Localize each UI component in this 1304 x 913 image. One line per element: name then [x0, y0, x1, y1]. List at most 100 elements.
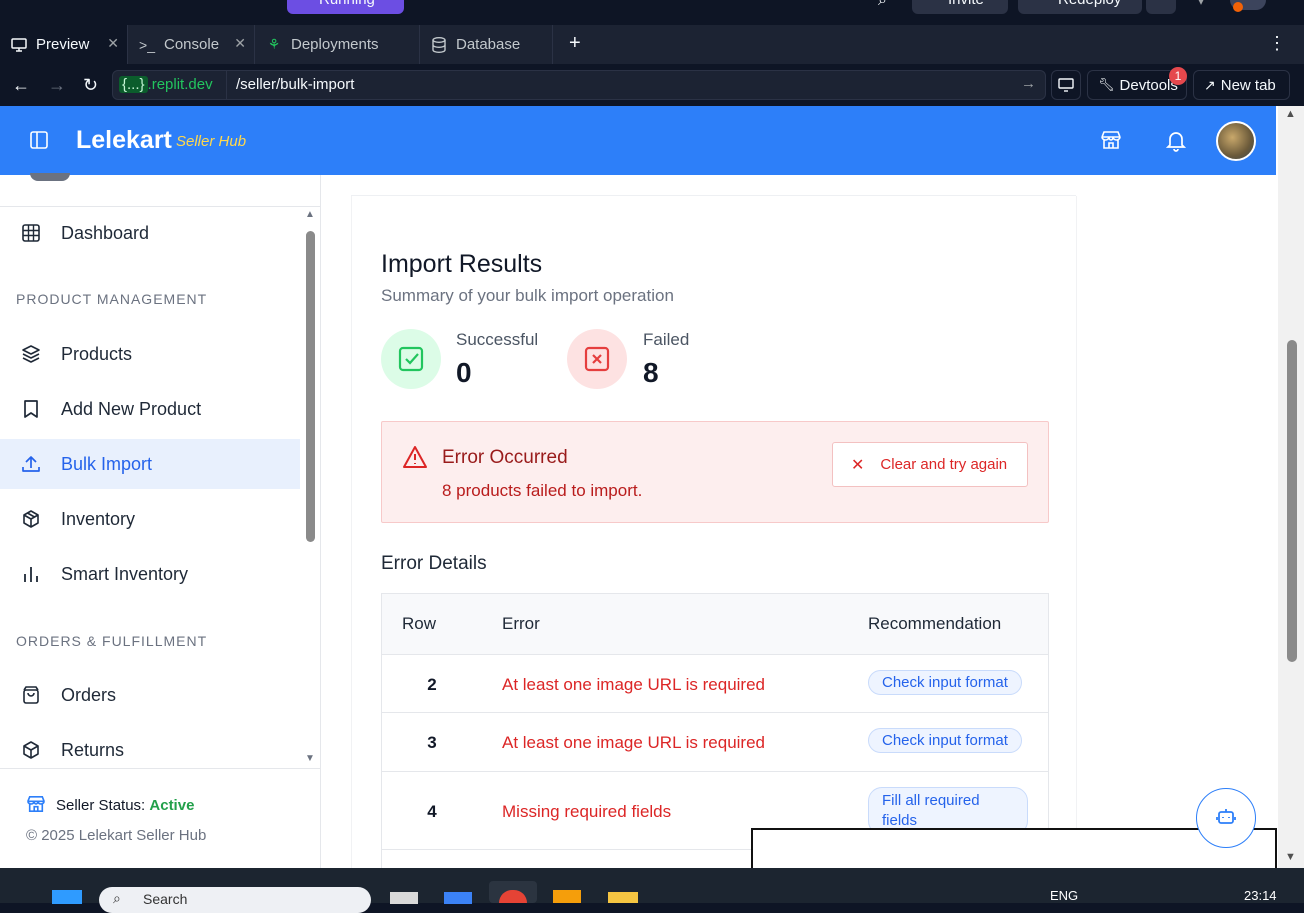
sidebar-item-inventory[interactable]: Inventory: [0, 494, 300, 544]
package-icon: [20, 508, 42, 530]
close-icon[interactable]: ✕: [107, 35, 119, 52]
scroll-down-icon[interactable]: ▼: [1285, 851, 1296, 863]
failed-icon: [567, 329, 627, 389]
invite-button[interactable]: Invite: [912, 0, 1008, 14]
table-row: 3 At least one image URL is required Che…: [382, 713, 1048, 772]
monitor-icon: [10, 36, 28, 54]
successful-label: Successful: [456, 330, 539, 349]
page-scrollbar[interactable]: ▲ ▼: [1278, 106, 1304, 868]
error-message: 8 products failed to import.: [442, 481, 643, 500]
sidebar-toggle-icon[interactable]: [30, 131, 48, 154]
row-number: 4: [427, 802, 437, 821]
add-tab-icon[interactable]: +: [569, 32, 581, 55]
sidebar-item-bulk-import[interactable]: Bulk Import: [0, 439, 300, 489]
layers-icon: [20, 343, 42, 365]
copyright: © 2025 Lelekart Seller Hub: [26, 827, 207, 844]
chrome-app-icon[interactable]: [489, 881, 537, 903]
close-icon[interactable]: ✕: [234, 35, 246, 52]
sidebar-item-smart-inventory[interactable]: Smart Inventory: [0, 549, 300, 599]
firefox-icon[interactable]: [553, 890, 581, 903]
tab-preview[interactable]: Preview ✕: [0, 25, 128, 64]
notification-dot-icon: [1233, 2, 1243, 12]
bell-icon[interactable]: [1165, 130, 1187, 157]
success-icon: [381, 329, 441, 389]
sidebar-scrollbar[interactable]: ▲ ▼: [305, 209, 315, 765]
os-taskbar: ⌕ Search ENG 23:14: [0, 868, 1304, 913]
app-header: Lelekart Seller Hub: [0, 106, 1276, 175]
row-number: 3: [427, 733, 437, 752]
taskbar-search-input[interactable]: ⌕ Search: [99, 887, 371, 913]
external-link-icon: ↗: [1204, 76, 1216, 93]
chat-bot-button[interactable]: [1196, 788, 1256, 848]
sidebar-item-dashboard[interactable]: Dashboard: [0, 208, 300, 258]
page-scroll-thumb[interactable]: [1287, 340, 1297, 662]
user-avatar[interactable]: [1216, 121, 1256, 161]
sidebar-item-orders[interactable]: Orders: [0, 670, 300, 720]
scroll-up-icon[interactable]: ▲: [305, 209, 315, 220]
row-error: At least one image URL is required: [502, 733, 766, 752]
sidebar-item-add-new-product[interactable]: Add New Product: [0, 384, 300, 434]
app-preview: Lelekart Seller Hub Dashboard PRODUCT MA…: [0, 106, 1278, 868]
back-arrow-icon[interactable]: ←: [12, 75, 30, 96]
forward-arrow-icon[interactable]: →: [48, 75, 66, 96]
language-indicator[interactable]: ENG: [1050, 888, 1078, 903]
new-tab-button[interactable]: ↗ New tab: [1193, 70, 1290, 100]
chevron-down-icon[interactable]: ▾: [1198, 0, 1204, 8]
results-title: Import Results: [381, 250, 543, 278]
reload-icon[interactable]: ↻: [83, 75, 98, 96]
results-subtitle: Summary of your bulk import operation: [381, 286, 674, 305]
row-error: Missing required fields: [502, 802, 672, 821]
workspace-topbar: Running ⌕ Invite Redeploy ▾: [0, 0, 1304, 25]
row-number: 2: [427, 675, 437, 694]
section-orders-fulfillment: ORDERS & FULFILLMENT: [16, 633, 208, 649]
bar-chart-icon: [20, 563, 42, 585]
wrench-icon: 🔧︎: [1098, 77, 1115, 92]
go-arrow-icon[interactable]: →: [1021, 75, 1036, 92]
url-input[interactable]: {...} .replit.dev /seller/bulk-import →: [112, 70, 1046, 100]
copilot-icon[interactable]: [444, 892, 472, 904]
more-vertical-icon[interactable]: ⋮: [1268, 33, 1286, 54]
seller-status: Seller Status: Active: [56, 797, 195, 814]
sidebar-scroll-thumb[interactable]: [306, 231, 315, 542]
clear-and-try-again-button[interactable]: ✕ Clear and try again: [832, 442, 1028, 487]
recommendation-badge: Check input format: [868, 670, 1022, 695]
brand-subtitle: Seller Hub: [176, 133, 247, 150]
sidebar-item-products[interactable]: Products: [0, 329, 300, 379]
card-divider: [351, 195, 1076, 196]
recommendation-badge: Check input format: [868, 728, 1022, 753]
error-details-table: Row Error Recommendation 2 At least one …: [381, 593, 1049, 868]
tab-console[interactable]: >_ Console ✕: [128, 25, 255, 64]
alert-triangle-icon: [402, 445, 428, 474]
windows-start-icon[interactable]: [52, 890, 82, 904]
tab-database[interactable]: Database: [420, 25, 553, 64]
url-bar-row: ← → ↻ {...} .replit.dev /seller/bulk-impo…: [0, 64, 1304, 106]
share-icon[interactable]: [1146, 0, 1176, 14]
folder-icon[interactable]: [608, 892, 638, 903]
scroll-down-icon[interactable]: ▼: [305, 753, 315, 764]
divider: [0, 206, 320, 207]
screen-icon[interactable]: [1051, 70, 1081, 100]
column-header-recommendation: Recommendation: [868, 614, 1002, 633]
failed-count: 8: [643, 357, 659, 388]
tab-deployments[interactable]: ⚘ Deployments: [255, 25, 420, 64]
url-domain: {...} .replit.dev: [119, 74, 217, 96]
store-icon[interactable]: [1100, 130, 1122, 155]
error-title: Error Occurred: [442, 447, 568, 468]
search-icon[interactable]: ⌕: [878, 0, 887, 10]
file-icon[interactable]: [390, 892, 418, 904]
card-border: [1076, 196, 1077, 868]
table-header: Row Error Recommendation: [382, 594, 1048, 655]
brand-logo[interactable]: Lelekart: [76, 126, 172, 155]
status-active: Active: [149, 797, 195, 814]
bot-icon: [1216, 807, 1236, 830]
running-status-button[interactable]: Running: [287, 0, 404, 14]
row-error: At least one image URL is required: [502, 675, 766, 694]
redeploy-button[interactable]: Redeploy: [1018, 0, 1142, 14]
scroll-up-icon[interactable]: ▲: [1285, 108, 1296, 120]
url-path: /seller/bulk-import: [236, 76, 355, 93]
section-product-management: PRODUCT MANAGEMENT: [16, 291, 208, 307]
sidebar-footer: Seller Status: Active © 2025 Lelekart Se…: [0, 768, 321, 868]
clock[interactable]: 23:14: [1244, 888, 1277, 903]
table-row: 2 At least one image URL is required Che…: [382, 655, 1048, 713]
column-header-error: Error: [502, 614, 540, 633]
